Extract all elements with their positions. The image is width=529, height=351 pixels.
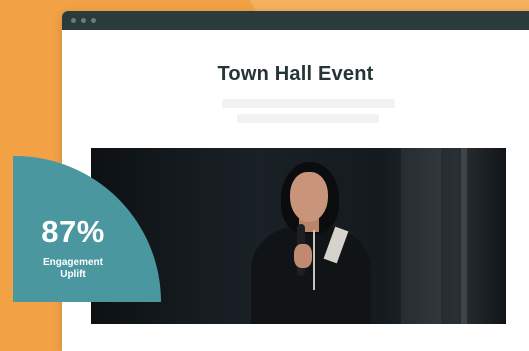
placeholder-text-line xyxy=(237,114,379,123)
window-titlebar xyxy=(62,11,529,30)
stat-label-line: Uplift xyxy=(60,269,86,280)
stage-bar xyxy=(461,148,467,324)
stage-light xyxy=(401,148,441,324)
speaker-body xyxy=(251,226,371,324)
speaker-face xyxy=(290,172,328,222)
stat-label: Engagement Uplift xyxy=(13,257,133,281)
stat-label-line: Engagement xyxy=(42,257,103,268)
stat-value: 87% xyxy=(41,214,105,249)
window-dot-icon[interactable] xyxy=(91,18,96,23)
speaker-hand xyxy=(294,244,312,268)
placeholder-text-line xyxy=(222,99,395,108)
window-dot-icon[interactable] xyxy=(81,18,86,23)
page-title: Town Hall Event xyxy=(217,63,374,85)
window-dot-icon[interactable] xyxy=(71,18,76,23)
speaker-lanyard xyxy=(313,230,315,290)
